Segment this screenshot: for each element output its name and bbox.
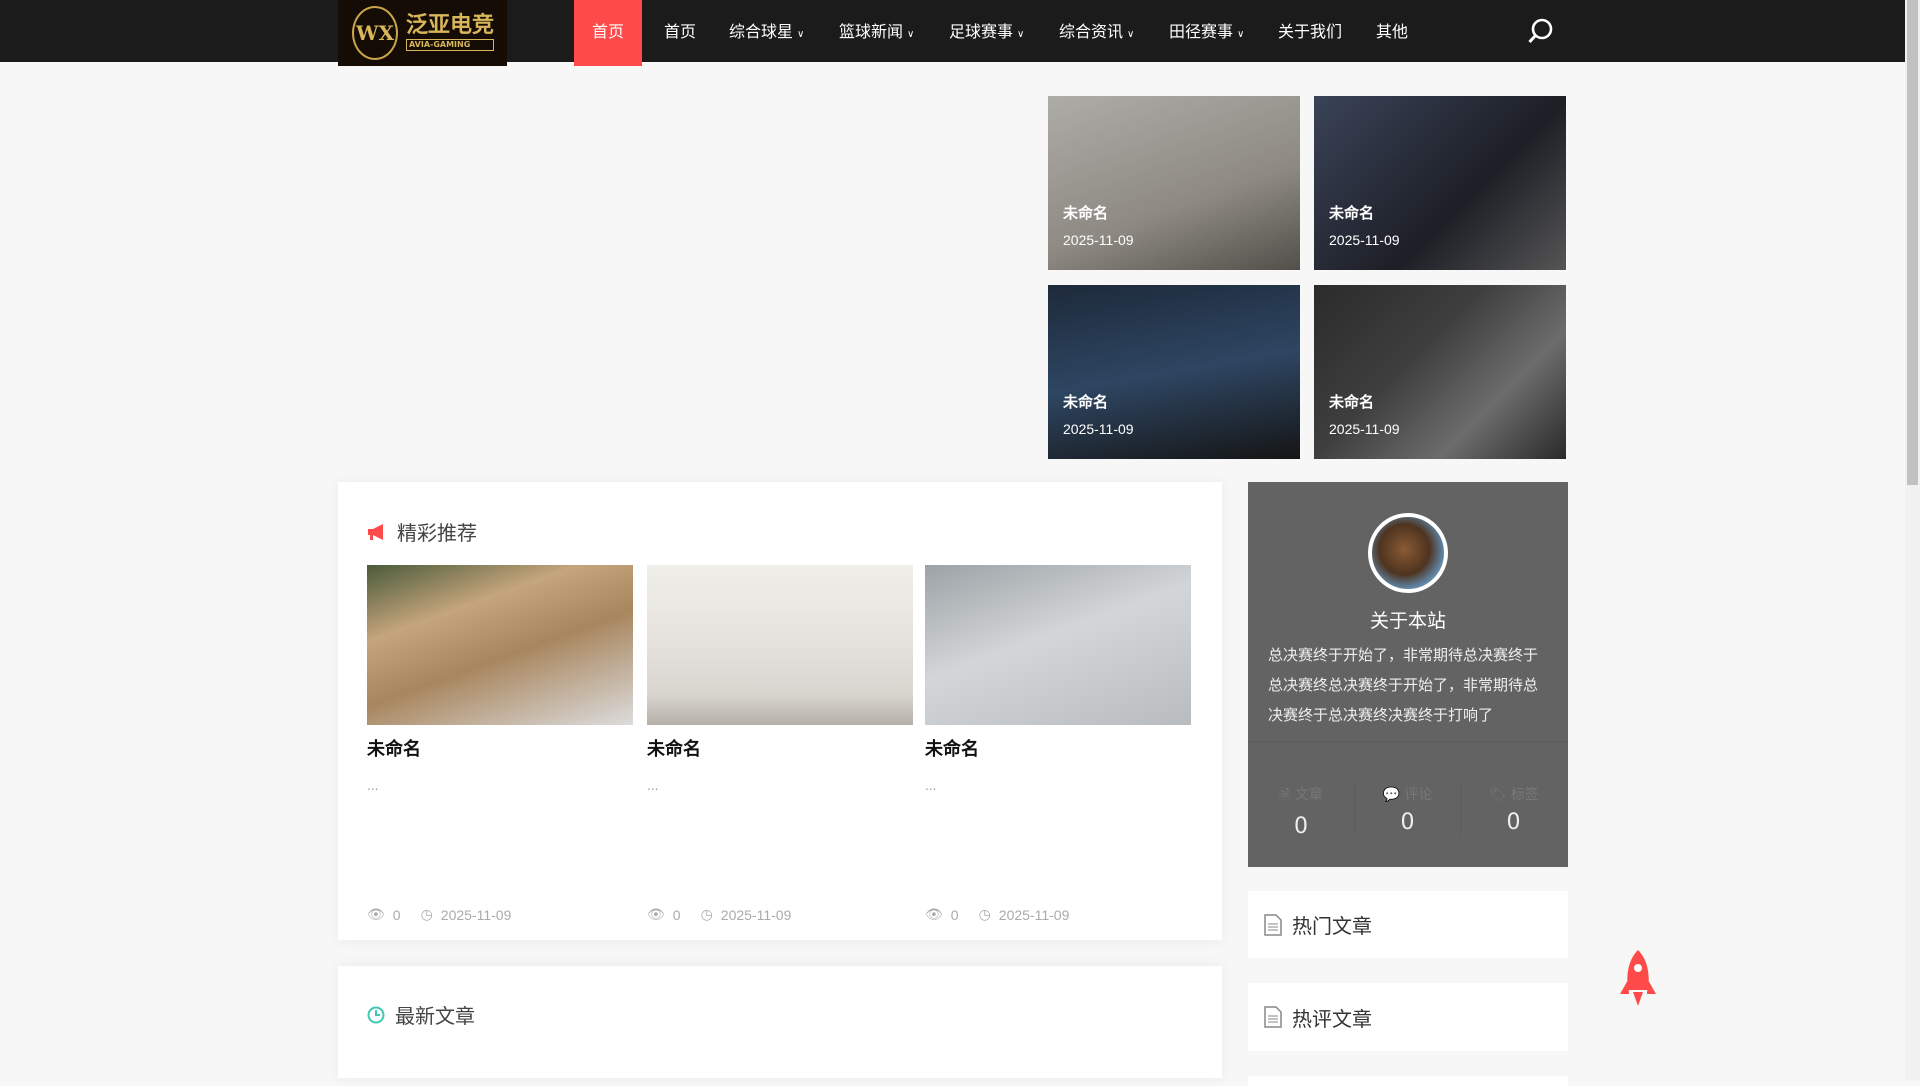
clock-icon [367,1006,385,1023]
nav-item-home[interactable]: 首页 [664,0,696,62]
post-excerpt: ... [647,779,659,793]
nav-item-other[interactable]: 其他 [1376,0,1408,62]
tile-title: 未命名 [1329,393,1375,411]
section-title: 最新文章 [395,1004,475,1028]
clock-icon: ◷ [420,906,433,922]
nav-item-football[interactable]: 足球赛事 ∨ [949,0,1024,62]
about-title: 关于本站 [1369,610,1446,632]
scrollbar-thumb[interactable] [1907,0,1918,485]
featured-tile[interactable]: 未命名 2025-11-09 [1314,285,1566,459]
post-title[interactable]: 未命名 [367,735,633,761]
section-header: 最新文章 [367,1000,475,1029]
stat-tags: 🏷 标签 0 [1460,784,1566,835]
logo-sub: AVIA-GAMING [406,39,495,51]
latest-section: 最新文章 [338,966,1222,1078]
featured-tile[interactable]: 未命名 2025-11-09 [1048,96,1300,270]
tile-title: 未命名 [1063,393,1109,411]
eye-icon: 👁 [925,906,943,922]
post-views: 0 [950,906,959,923]
tile-title: 未命名 [1063,204,1109,222]
eye-icon: 👁 [367,906,385,922]
clock-icon: ◷ [700,906,713,922]
nav-item-athletics[interactable]: 田径赛事 ∨ [1169,0,1244,62]
post-date: 2025-11-09 [998,906,1070,923]
hot-articles-widget: 热门文章 [1248,891,1568,958]
chevron-down-icon: ∨ [907,29,915,40]
tile-date: 2025-11-09 [1329,421,1400,437]
chevron-down-icon: ∨ [1237,29,1245,40]
chevron-down-icon: ∨ [797,29,805,40]
widget-title: 热评文章 [1292,1006,1372,1031]
post-title[interactable]: 未命名 [647,735,913,761]
stat-posts: 🗎 文章 0 [1279,787,1323,839]
clock-icon: ◷ [978,906,991,922]
nav-item-news[interactable]: 综合资讯 ∨ [1059,0,1134,62]
chevron-down-icon: ∨ [1127,29,1135,40]
post-title[interactable]: 未命名 [925,735,1191,761]
tag-icon: 🏷 [1488,787,1507,803]
document-icon: 🗎 [1279,787,1291,803]
logo-text: 泛亚电竞 [406,13,495,38]
site-logo[interactable]: WX 泛亚电竞 AVIA-GAMING [338,0,507,66]
featured-tile[interactable]: 未命名 2025-11-09 [1314,96,1566,270]
nav-item-about[interactable]: 关于我们 [1278,0,1342,62]
document-icon [1264,1006,1282,1028]
post-views: 0 [672,906,681,923]
post-date: 2025-11-09 [720,906,792,923]
post-card: 未命名 ... 👁 0 ◷ 2025-11-09 [367,565,633,923]
featured-tile[interactable]: 未命名 2025-11-09 [1048,285,1300,459]
back-to-top-rocket-icon[interactable] [1618,950,1658,1010]
post-views: 0 [392,906,401,923]
nav-item-basketball[interactable]: 篮球新闻 ∨ [839,0,914,62]
tile-date: 2025-11-09 [1063,232,1134,248]
stat-comments: 💬 评论 0 [1354,784,1460,835]
logo-mark: WX [352,6,398,60]
widget-title: 热门文章 [1292,914,1372,938]
post-thumbnail[interactable] [367,565,633,725]
megaphone-icon [368,523,383,540]
section-header: 精彩推荐 [367,517,477,546]
about-description: 总决赛终于开始了，非常期待总决赛终于总决赛终总决赛终于开始了，非常期待总决赛终于… [1268,646,1539,724]
chevron-down-icon: ∨ [1017,29,1025,40]
post-thumbnail[interactable] [925,565,1191,725]
post-thumbnail[interactable] [647,565,913,725]
tile-date: 2025-11-09 [1063,421,1134,437]
search-icon[interactable] [1528,18,1554,44]
recommend-section: 精彩推荐 未命名 ... 👁 0 ◷ 2025-11-09 未命名 ... 👁 0 ◷ 20… [338,482,1222,940]
avatar [1368,513,1448,593]
section-title: 精彩推荐 [397,521,477,545]
post-excerpt: ... [925,779,937,793]
eye-icon: 👁 [647,906,665,922]
document-icon [1264,913,1282,936]
nav-item-stars[interactable]: 综合球星 ∨ [729,0,804,62]
nav-item-active-home[interactable]: 首页 [574,0,642,66]
post-card: 未命名 ... 👁 0 ◷ 2025-11-09 [925,565,1191,923]
tile-title: 未命名 [1329,204,1375,222]
post-date: 2025-11-09 [440,906,512,923]
comment-icon: 💬 [1382,787,1400,803]
tile-date: 2025-11-09 [1329,232,1400,248]
hot-comments-widget: 热评文章 [1248,983,1568,1051]
about-widget: 关于本站 总决赛终于开始了，非常期待总决赛终于总决赛终总决赛终于开始了，非常期待… [1248,482,1568,867]
post-excerpt: ... [367,779,379,793]
post-card: 未命名 ... 👁 0 ◷ 2025-11-09 [647,565,913,923]
